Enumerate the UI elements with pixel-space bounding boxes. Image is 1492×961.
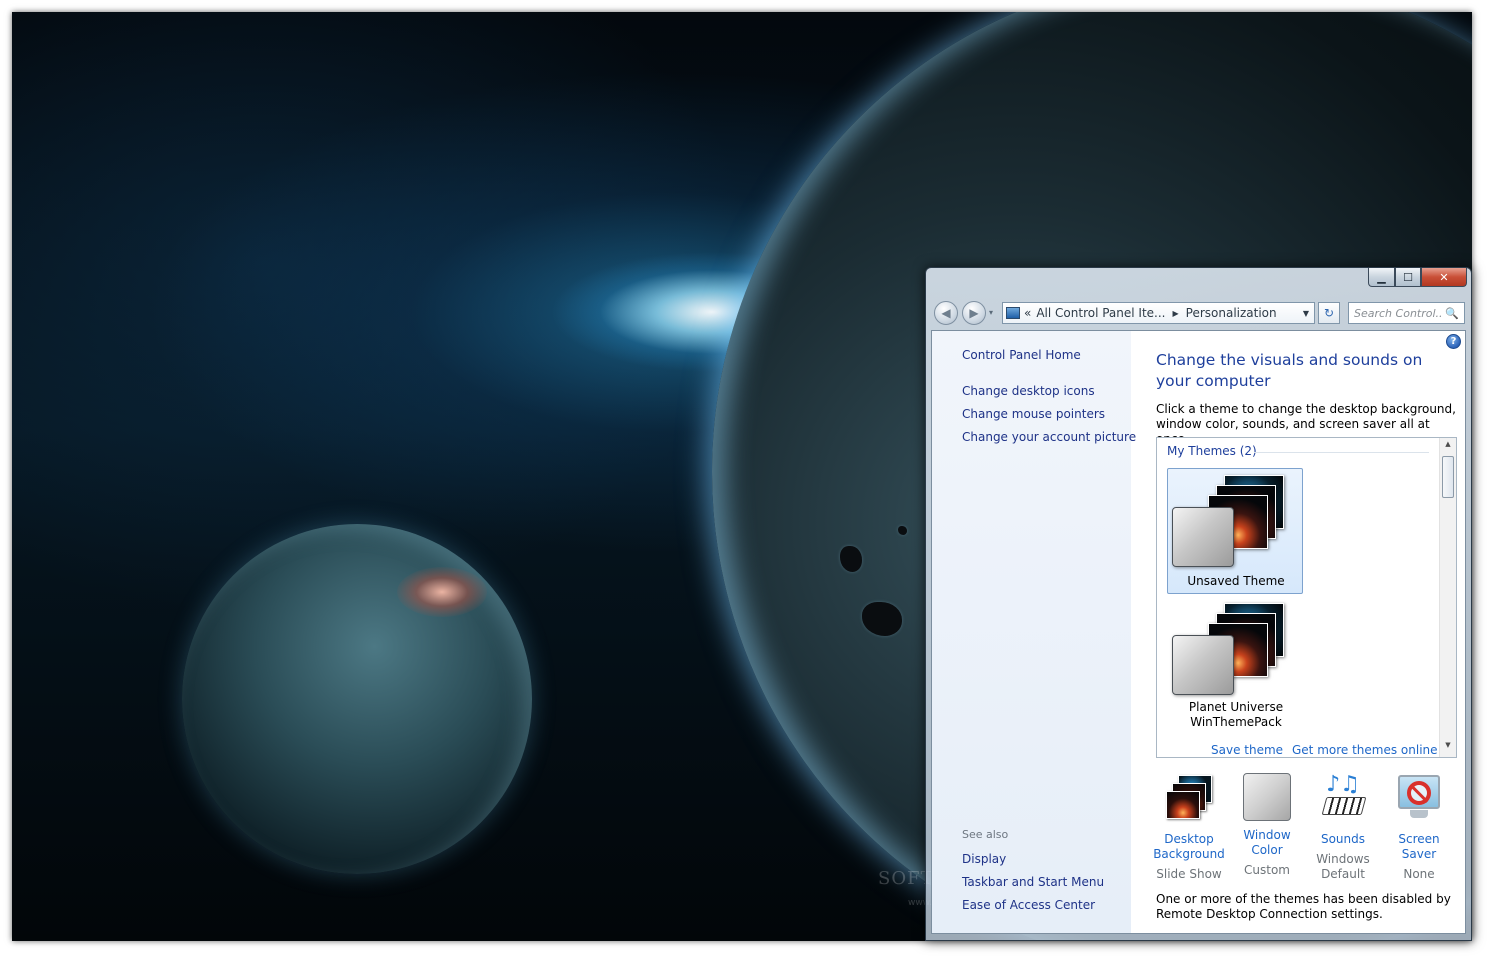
address-dropdown-icon[interactable]: ▼: [1298, 309, 1314, 318]
get-more-themes-link[interactable]: Get more themes online: [1292, 743, 1438, 757]
help-icon[interactable]: ?: [1446, 334, 1461, 349]
search-input[interactable]: [1349, 306, 1443, 320]
address-bar[interactable]: « All Control Panel Ite... ▶ Personaliza…: [1002, 302, 1315, 324]
theme-tile-planet-universe[interactable]: Planet Universe WinThemePack: [1167, 596, 1303, 729]
save-theme-link[interactable]: Save theme: [1211, 743, 1283, 757]
setting-value: Custom: [1244, 863, 1290, 877]
personalization-window: ▁ ☐ ✕ ◀ ▶ ▾ « All Control Panel Ite... ▶…: [925, 267, 1472, 941]
page-title: Change the visuals and sounds on your co…: [1156, 351, 1423, 390]
taskbar-start-menu-link[interactable]: Taskbar and Start Menu: [962, 875, 1104, 889]
breadcrumb-personalization[interactable]: Personalization: [1186, 306, 1298, 320]
search-icon[interactable]: 🔍: [1443, 307, 1461, 320]
sounds-setting[interactable]: ♪♫ Sounds Windows Default: [1305, 773, 1381, 882]
scroll-thumb[interactable]: [1442, 456, 1454, 498]
ease-of-access-link[interactable]: Ease of Access Center: [962, 898, 1095, 912]
caption-buttons: ▁ ☐ ✕: [1368, 268, 1467, 287]
scroll-down-icon[interactable]: ▼: [1440, 741, 1456, 755]
change-mouse-pointers-link[interactable]: Change mouse pointers: [962, 407, 1105, 421]
moon-illustration: [182, 524, 532, 874]
asteroid: [898, 526, 907, 535]
search-box: 🔍: [1348, 302, 1465, 324]
see-also-heading: See also: [962, 828, 1009, 841]
theme-name: Planet Universe WinThemePack: [1188, 700, 1284, 729]
setting-label[interactable]: Desktop Background: [1151, 832, 1227, 862]
back-arrow-icon: ◀: [941, 306, 951, 320]
change-desktop-icons-link[interactable]: Change desktop icons: [962, 384, 1095, 398]
breadcrumb-separator-icon[interactable]: ▶: [1172, 309, 1178, 318]
setting-value: Windows Default: [1316, 852, 1370, 881]
scroll-up-icon[interactable]: ▲: [1440, 440, 1456, 454]
theme-preview: [1172, 601, 1300, 695]
window-color-swatch: [1172, 635, 1234, 695]
asteroid: [840, 546, 862, 572]
remote-desktop-note: One or more of the themes has been disab…: [1156, 892, 1451, 921]
theme-name: Unsaved Theme: [1187, 574, 1285, 588]
back-button[interactable]: ◀: [934, 301, 958, 325]
setting-label[interactable]: Screen Saver: [1381, 832, 1457, 862]
display-link[interactable]: Display: [962, 852, 1006, 866]
sounds-icon: ♪♫: [1318, 773, 1368, 825]
window-color-swatch: [1172, 507, 1234, 567]
control-panel-icon: [1006, 307, 1020, 319]
breadcrumb-all-control-panel[interactable]: All Control Panel Ite...: [1036, 306, 1165, 320]
window-color-setting[interactable]: Window Color Custom: [1229, 773, 1305, 878]
desktop-background-setting[interactable]: Desktop Background Slide Show: [1151, 773, 1227, 882]
theme-tile-unsaved[interactable]: Unsaved Theme: [1167, 468, 1303, 594]
refresh-button[interactable]: ↻: [1318, 302, 1340, 324]
navigation-bar: ◀ ▶ ▾ « All Control Panel Ite... ▶ Perso…: [934, 301, 1465, 325]
task-pane: Control Panel Home Change desktop icons …: [932, 331, 1136, 933]
forward-button[interactable]: ▶: [962, 301, 986, 325]
forward-arrow-icon: ▶: [969, 306, 979, 320]
screen-saver-icon: [1394, 773, 1444, 825]
music-notes-icon: ♪♫: [1326, 772, 1360, 797]
minimize-icon: ▁: [1377, 270, 1386, 284]
minimize-button[interactable]: ▁: [1368, 268, 1395, 287]
hidden-crumbs-button[interactable]: «: [1024, 306, 1031, 320]
window-color-icon: [1243, 773, 1291, 821]
recent-pages-dropdown[interactable]: ▾: [989, 308, 993, 317]
control-panel-home-link[interactable]: Control Panel Home: [962, 348, 1081, 362]
close-icon: ✕: [1439, 270, 1449, 284]
maximize-button[interactable]: ☐: [1395, 268, 1421, 287]
group-divider: [1254, 452, 1429, 453]
close-button[interactable]: ✕: [1421, 268, 1467, 287]
setting-label[interactable]: Sounds: [1305, 832, 1381, 847]
change-account-picture-link[interactable]: Change your account picture: [962, 430, 1136, 444]
screen-saver-setting[interactable]: Screen Saver None: [1381, 773, 1457, 882]
setting-value: None: [1403, 867, 1435, 881]
keyboard-icon: [1321, 797, 1367, 815]
client-area: Control Panel Home Change desktop icons …: [931, 330, 1466, 934]
theme-list: My Themes (2) Unsaved Theme Planet Unive…: [1156, 437, 1457, 758]
setting-value: Slide Show: [1156, 867, 1222, 881]
theme-preview: [1172, 473, 1300, 567]
desktop-background-icon: [1164, 773, 1214, 825]
maximize-icon: ☐: [1403, 270, 1413, 284]
impact-flare: [397, 567, 487, 617]
my-themes-group-header[interactable]: My Themes (2): [1167, 444, 1257, 458]
refresh-icon: ↻: [1323, 306, 1335, 320]
theme-list-scrollbar[interactable]: ▲ ▼: [1439, 438, 1456, 757]
setting-label[interactable]: Window Color: [1229, 828, 1305, 858]
